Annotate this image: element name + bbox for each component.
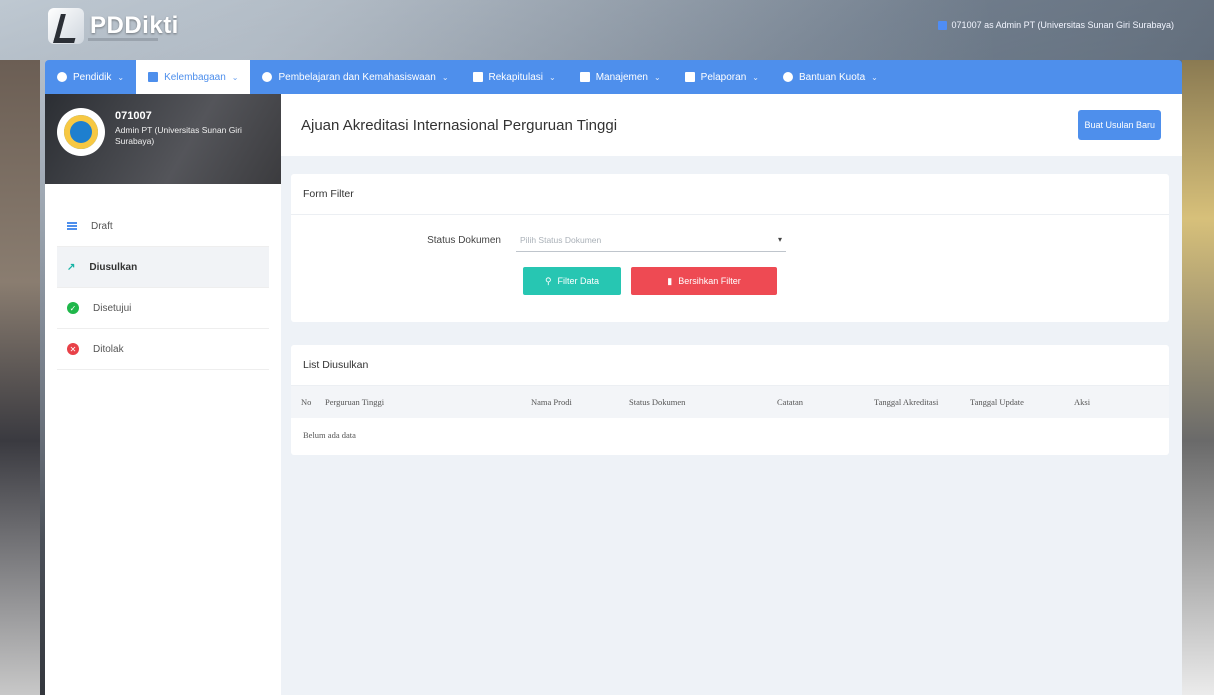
- nav-item-kelembagaan[interactable]: Kelembagaan ⌄: [136, 60, 251, 94]
- nav-item-pembelajaran[interactable]: Pembelajaran dan Kemahasiswaan ⌄: [250, 60, 460, 94]
- column-header: Tanggal Update: [970, 397, 1024, 407]
- chevron-down-icon: ⌄: [441, 72, 449, 82]
- filter-data-button[interactable]: ⚲ Filter Data: [523, 267, 621, 295]
- new-proposal-button[interactable]: Buat Usulan Baru: [1078, 110, 1161, 140]
- nav-item-rekapitulasi[interactable]: Rekapitulasi ⌄: [461, 60, 568, 94]
- column-header: Perguruan Tinggi: [325, 397, 385, 407]
- user-circle-icon: [57, 72, 67, 82]
- chevron-down-icon: ⌄: [231, 72, 239, 82]
- nav-item-label: Bantuan Kuota: [798, 71, 866, 83]
- main-nav: Pendidik ⌄ Kelembagaan ⌄ Pembelajaran da…: [45, 60, 1182, 94]
- column-header: Tanggal Akreditasi: [874, 397, 939, 407]
- trash-icon: ▮: [667, 275, 673, 286]
- logo-text: PDDikti: [90, 12, 179, 39]
- sidebar-item-label: Disetujui: [93, 302, 132, 314]
- chevron-down-icon: ⌄: [549, 72, 556, 82]
- chevron-down-icon: ⌄: [752, 72, 759, 82]
- column-header: Status Dokumen: [629, 397, 686, 407]
- avatar: [57, 108, 105, 156]
- nav-item-manajemen[interactable]: Manajemen ⌄: [568, 60, 673, 94]
- document-icon: [579, 72, 590, 82]
- page-title: Ajuan Akreditasi Internasional Perguruan…: [301, 116, 618, 134]
- nav-item-pendidik[interactable]: Pendidik ⌄: [45, 60, 136, 94]
- sidebar-item-diusulkan[interactable]: ↗ Diusulkan: [57, 247, 269, 288]
- calendar-icon: [472, 72, 483, 82]
- chevron-down-icon: ⌄: [871, 72, 878, 82]
- filter-data-label: Filter Data: [557, 276, 600, 286]
- user-chip[interactable]: 071007 as Admin PT (Universitas Sunan Gi…: [937, 20, 1174, 30]
- chevron-down-icon: ⌄: [117, 72, 125, 82]
- status-filter-row: Status Dokumen Pilih Status Dokumen ▾: [291, 228, 786, 252]
- list-icon: [67, 222, 77, 230]
- column-header: Catatan: [777, 397, 803, 407]
- trend-icon: ↗: [67, 261, 76, 273]
- user-icon: [937, 20, 947, 30]
- profile-panel: 071007 Admin PT (Universitas Sunan Giri …: [45, 94, 281, 184]
- list-card: List Diusulkan No Perguruan Tinggi Nama …: [291, 345, 1169, 455]
- background-left-edge: [0, 60, 40, 695]
- page-header: Ajuan Akreditasi Internasional Perguruan…: [281, 94, 1182, 156]
- empty-state: Belum ada data: [303, 430, 356, 440]
- nav-item-bantuan-kuota[interactable]: Bantuan Kuota ⌄: [771, 60, 890, 94]
- status-select-placeholder: Pilih Status Dokumen: [520, 234, 602, 245]
- top-bar: PDDikti 071007 as Admin PT (Universitas …: [0, 0, 1214, 60]
- user-label: 071007 as Admin PT (Universitas Sunan Gi…: [951, 20, 1174, 30]
- clear-filter-button[interactable]: ▮ Bersihkan Filter: [631, 267, 777, 295]
- background-right-edge: [1182, 60, 1214, 695]
- column-header: Nama Prodi: [531, 397, 572, 407]
- filter-card-title: Form Filter: [291, 174, 1169, 215]
- folder-icon: [684, 72, 695, 82]
- nav-item-label: Pelaporan: [700, 71, 747, 83]
- sidebar-item-label: Diusulkan: [89, 261, 138, 273]
- sidebar-item-label: Draft: [91, 220, 113, 232]
- sidebar-item-ditolak[interactable]: ✕ Ditolak: [57, 329, 269, 370]
- institution-icon: [148, 72, 159, 82]
- list-card-title: List Diusulkan: [291, 345, 1169, 386]
- nav-item-label: Pembelajaran dan Kemahasiswaan: [278, 71, 436, 83]
- sidebar-item-draft[interactable]: Draft: [57, 206, 269, 247]
- nav-item-pelaporan[interactable]: Pelaporan ⌄: [673, 60, 771, 94]
- chevron-down-icon: ▾: [777, 235, 782, 244]
- filter-card: Form Filter Status Dokumen Pilih Status …: [291, 174, 1169, 322]
- chevron-down-icon: ⌄: [653, 72, 661, 82]
- column-header: Aksi: [1074, 397, 1091, 407]
- nav-item-label: Manajemen: [595, 71, 648, 83]
- column-header: No: [301, 397, 312, 407]
- clear-filter-label: Bersihkan Filter: [678, 276, 741, 286]
- sidebar-menu: Draft ↗ Diusulkan ✓ Disetujui ✕ Ditolak: [45, 206, 281, 370]
- sidebar-item-disetujui[interactable]: ✓ Disetujui: [57, 288, 269, 329]
- x-circle-icon: ✕: [67, 343, 79, 355]
- filter-actions: ⚲ Filter Data ▮ Bersihkan Filter: [523, 267, 777, 295]
- check-circle-icon: ✓: [67, 302, 79, 314]
- user-circle-icon: [782, 72, 793, 82]
- nav-item-label: Pendidik: [73, 71, 112, 83]
- main-content: Ajuan Akreditasi Internasional Perguruan…: [281, 94, 1182, 695]
- profile-id: 071007: [115, 110, 152, 122]
- profile-role: Admin PT (Universitas Sunan Giri Surabay…: [115, 125, 242, 147]
- logo-mark-icon: [48, 8, 84, 44]
- sidebar-item-label: Ditolak: [93, 343, 124, 355]
- nav-item-label: Kelembagaan: [164, 71, 226, 83]
- search-icon: ⚲: [544, 275, 552, 286]
- nav-item-label: Rekapitulasi: [488, 71, 543, 83]
- sidebar: 071007 Admin PT (Universitas Sunan Giri …: [45, 94, 281, 695]
- status-select[interactable]: Pilih Status Dokumen ▾: [516, 228, 786, 252]
- logo-tagline: [88, 38, 158, 41]
- table-header: No Perguruan Tinggi Nama Prodi Status Do…: [291, 386, 1169, 418]
- status-label: Status Dokumen: [427, 234, 501, 246]
- user-circle-icon: [262, 72, 273, 82]
- institution-logo-icon: [64, 115, 98, 149]
